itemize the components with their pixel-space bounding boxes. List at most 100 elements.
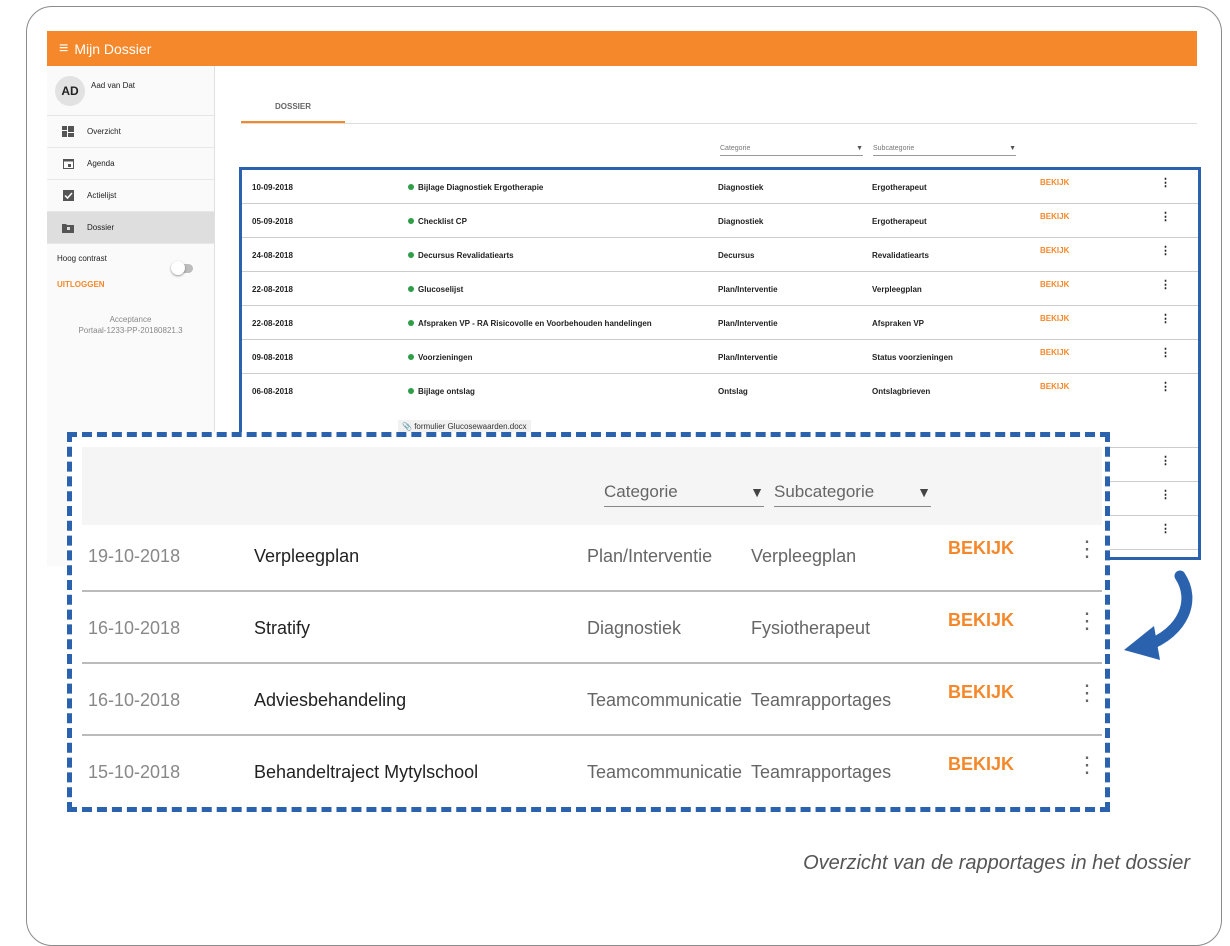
bekijk-button[interactable]: BEKIJK	[1040, 212, 1069, 221]
row-category: Diagnostiek	[718, 217, 764, 226]
sidebar-item-label: Agenda	[87, 159, 115, 168]
row-date: 16-10-2018	[88, 690, 181, 710]
zoom-detail: Categorie ▼ Subcategorie ▼ 19-10-2018 Ve…	[67, 432, 1110, 812]
table-row[interactable]: 15-10-2018 Behandeltraject Mytylschool T…	[82, 738, 1102, 808]
table-row[interactable]: 19-10-2018 Verpleegplan Plan/Interventie…	[82, 522, 1102, 592]
caret-down-icon: ▼	[856, 145, 863, 152]
table-row[interactable]: 22-08-2018 Glucoselijst Plan/Interventie…	[242, 272, 1198, 306]
row-date: 10-09-2018	[252, 183, 293, 192]
row-title: Stratify	[254, 618, 311, 638]
bekijk-button[interactable]: BEKIJK	[1040, 382, 1069, 391]
row-category: Decursus	[718, 251, 755, 260]
bekijk-button[interactable]: BEKIJK	[948, 682, 1014, 703]
row-title: Bijlage ontslag	[408, 387, 475, 396]
status-dot-icon	[408, 388, 414, 394]
bekijk-button[interactable]: BEKIJK	[1040, 348, 1069, 357]
sidebar-item-label: Dossier	[87, 223, 115, 232]
table-row[interactable]: 05-09-2018 Checklist CP Diagnostiek Ergo…	[242, 204, 1198, 238]
bekijk-button[interactable]: BEKIJK	[1040, 246, 1069, 255]
row-subcategory: Ergotherapeut	[872, 183, 927, 192]
subcategory-filter[interactable]: Subcategorie ▼	[774, 477, 931, 507]
checkbox-icon	[61, 190, 75, 202]
more-vert-icon[interactable]: ⋮	[1160, 524, 1171, 535]
table-row[interactable]: 24-08-2018 Decursus Revalidatiearts Decu…	[242, 238, 1198, 272]
caret-down-icon: ▼	[917, 483, 931, 500]
table-row[interactable]: 16-10-2018 Stratify Diagnostiek Fysiothe…	[82, 594, 1102, 664]
app-header: ≡ Mijn Dossier	[47, 31, 1197, 66]
curved-arrow-icon	[1124, 570, 1193, 660]
row-title: Afspraken VP - RA Risicovolle en Voorbeh…	[408, 319, 652, 328]
category-filter[interactable]: Categorie ▼	[720, 142, 863, 156]
logout-link[interactable]: UITLOGGEN	[47, 280, 214, 304]
row-category: Plan/Interventie	[718, 285, 778, 294]
row-date: 22-08-2018	[252, 285, 293, 294]
caret-down-icon: ▼	[750, 483, 764, 500]
sidebar-item-label: Actielijst	[87, 191, 117, 200]
bekijk-button[interactable]: BEKIJK	[1040, 314, 1069, 323]
table-row[interactable]: 16-10-2018 Adviesbehandeling Teamcommuni…	[82, 666, 1102, 736]
row-subcategory: Teamrapportages	[751, 762, 892, 782]
sidebar-item-agenda[interactable]: Agenda	[47, 148, 214, 180]
more-vert-icon[interactable]: ⋮	[1076, 754, 1098, 776]
row-date: 24-08-2018	[252, 251, 293, 260]
user-block: AD Aad van Dat	[47, 66, 214, 116]
subcategory-filter-label: Subcategorie	[873, 145, 915, 152]
bekijk-button[interactable]: BEKIJK	[948, 610, 1014, 631]
more-vert-icon[interactable]: ⋮	[1160, 490, 1171, 501]
table-row[interactable]: 22-08-2018 Afspraken VP - RA Risicovolle…	[242, 306, 1198, 340]
row-title: Glucoselijst	[408, 285, 463, 294]
subcategory-filter[interactable]: Subcategorie ▼	[873, 142, 1016, 156]
sidebar-item-overzicht[interactable]: Overzicht	[47, 116, 214, 148]
more-vert-icon[interactable]: ⋮	[1160, 280, 1171, 291]
status-dot-icon	[408, 354, 414, 360]
tab-dossier[interactable]: DOSSIER	[241, 92, 345, 123]
caption: Overzicht van de rapportages in het doss…	[803, 852, 1190, 874]
more-vert-icon[interactable]: ⋮	[1160, 348, 1171, 359]
row-title: Adviesbehandeling	[254, 690, 407, 710]
more-vert-icon[interactable]: ⋮	[1160, 456, 1171, 467]
bekijk-button[interactable]: BEKIJK	[1040, 280, 1069, 289]
row-category: Diagnostiek	[718, 183, 764, 192]
category-filter[interactable]: Categorie ▼	[604, 477, 764, 507]
subcategory-filter-label: Subcategorie	[774, 481, 875, 501]
bekijk-button[interactable]: BEKIJK	[948, 538, 1014, 559]
sidebar-item-dossier[interactable]: Dossier	[47, 212, 214, 244]
high-contrast-toggle[interactable]	[171, 261, 193, 275]
row-date: 19-10-2018	[88, 546, 181, 566]
row-title: Decursus Revalidatiearts	[408, 251, 514, 260]
version-env: Acceptance	[109, 315, 152, 324]
row-category: Plan/Interventie	[718, 353, 778, 362]
more-vert-icon[interactable]: ⋮	[1076, 682, 1098, 704]
row-date: 15-10-2018	[88, 762, 181, 782]
bekijk-button[interactable]: BEKIJK	[948, 754, 1014, 775]
status-dot-icon	[408, 320, 414, 326]
bekijk-button[interactable]: BEKIJK	[1040, 178, 1069, 187]
more-vert-icon[interactable]: ⋮	[1160, 212, 1171, 223]
row-subcategory: Fysiotherapeut	[751, 618, 871, 638]
table-row[interactable]: 09-08-2018 Voorzieningen Plan/Interventi…	[242, 340, 1198, 374]
row-subcategory: Ergotherapeut	[872, 217, 927, 226]
row-title: Checklist CP	[408, 217, 467, 226]
sidebar-item-actielijst[interactable]: Actielijst	[47, 180, 214, 212]
more-vert-icon[interactable]: ⋮	[1160, 382, 1171, 393]
row-title: Voorzieningen	[408, 353, 473, 362]
row-subcategory: Teamrapportages	[751, 690, 892, 710]
more-vert-icon[interactable]: ⋮	[1160, 178, 1171, 189]
more-vert-icon[interactable]: ⋮	[1160, 246, 1171, 257]
row-subcategory: Verpleegplan	[872, 285, 922, 294]
category-filter-label: Categorie	[720, 145, 751, 152]
row-title: Behandeltraject Mytylschool	[254, 762, 479, 782]
table-row[interactable]: 10-09-2018 Bijlage Diagnostiek Ergothera…	[242, 170, 1198, 204]
folder-icon	[61, 222, 75, 234]
row-title: Verpleegplan	[254, 546, 360, 566]
avatar: AD	[55, 75, 85, 106]
row-title: Bijlage Diagnostiek Ergotherapie	[408, 183, 543, 192]
more-vert-icon[interactable]: ⋮	[1160, 314, 1171, 325]
tab-divider	[241, 123, 1197, 124]
row-category: Ontslag	[718, 387, 748, 396]
hamburger-icon[interactable]: ≡	[59, 40, 68, 57]
more-vert-icon[interactable]: ⋮	[1076, 538, 1098, 560]
more-vert-icon[interactable]: ⋮	[1076, 610, 1098, 632]
row-category: Teamcommunicatie	[587, 690, 743, 710]
row-date: 22-08-2018	[252, 319, 293, 328]
